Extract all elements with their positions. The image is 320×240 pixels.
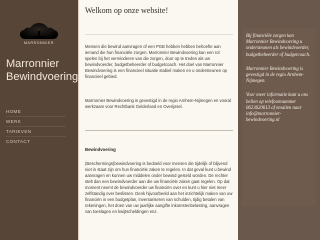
page: MARRONNIER Marronnier Bewindvoering HOME…	[0, 0, 320, 240]
nav-item-home[interactable]: HOME	[6, 107, 66, 117]
info-paragraph-1: Bij financiële zorgen kan Marronnier Bew…	[246, 34, 311, 58]
nav-item-contact[interactable]: CONTACT	[6, 137, 66, 146]
nav-item-tarieven[interactable]: TARIEVEN	[6, 127, 66, 137]
logo-text: MARRONNIER	[24, 41, 54, 45]
nav-item-label: TARIEVEN	[6, 129, 32, 134]
location-paragraph: Marronnier Bewindvoering is gevestigd in…	[85, 98, 231, 109]
section-title: Bewindvoering	[85, 147, 116, 152]
main-nav: HOME WERK TARIEVEN CONTACT	[6, 107, 66, 146]
nav-item-label: WERK	[6, 119, 22, 124]
right-sidebar: Bij financiële zorgen kan Marronnier Bew…	[238, 0, 320, 240]
info-card: Bij financiële zorgen kan Marronnier Bew…	[242, 28, 316, 206]
title-underline	[85, 18, 233, 35]
bewindvoering-paragraph: (Beschermings)bewindvoering is bedoeld v…	[85, 161, 233, 214]
section-divider	[85, 130, 233, 131]
nav-item-werk[interactable]: WERK	[6, 117, 66, 127]
intro-paragraph: Mensen die bewind aanvragen of een PGB h…	[85, 44, 228, 79]
info-text: Bij financiële zorgen kan Marronnier Bew…	[242, 28, 316, 124]
brand-name: Marronnier Bewindvoering	[6, 58, 79, 83]
logo[interactable]: MARRONNIER	[12, 18, 66, 52]
nav-item-label: CONTACT	[6, 139, 31, 144]
main-content: Welkom op onze website! Mensen die bewin…	[78, 0, 239, 240]
info-paragraph-2: Marronnier Bewindvoering is gevestigd in…	[246, 66, 304, 85]
left-sidebar: MARRONNIER Marronnier Bewindvoering HOME…	[0, 0, 78, 240]
info-paragraph-3: Voor meer informatie kunt u ons bellen o…	[246, 93, 308, 124]
logo-icon	[20, 23, 58, 39]
nav-item-label: HOME	[6, 109, 22, 114]
page-title: Welkom op onze website!	[85, 6, 169, 15]
